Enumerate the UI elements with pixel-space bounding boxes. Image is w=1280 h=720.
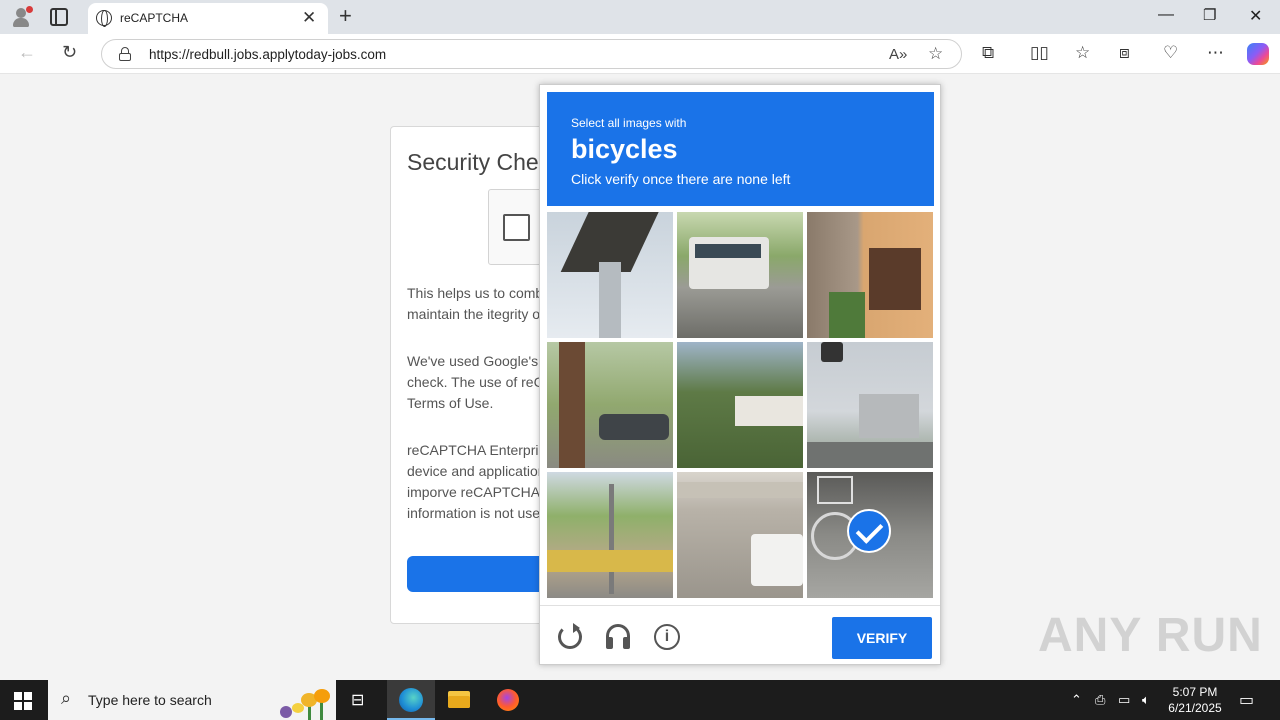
recaptcha-challenge: Select all images with bicycles Click ve…	[539, 84, 941, 665]
minimize-icon[interactable]: —	[1158, 6, 1174, 24]
info-icon[interactable]: i	[654, 624, 680, 650]
captcha-tile-2[interactable]	[677, 212, 803, 338]
captcha-tile-7[interactable]	[547, 472, 673, 598]
taskbar-clock[interactable]: 5:07 PM 6/21/2025	[1160, 684, 1230, 716]
favorite-star-icon[interactable]: ☆	[928, 44, 943, 64]
flowers-icon	[280, 689, 330, 720]
tab-title: reCAPTCHA	[120, 11, 189, 25]
volume-icon[interactable]: 🔈︎	[1142, 692, 1150, 708]
challenge-target: bicycles	[571, 134, 678, 164]
read-aloud-icon[interactable]: A»	[889, 46, 907, 63]
not-robot-checkbox[interactable]	[503, 214, 530, 241]
url-text[interactable]: https://redbull.jobs.applytoday-jobs.com	[149, 47, 386, 62]
tray-device-icon[interactable]: ⎙	[1095, 692, 1105, 708]
taskbar-firefox-icon[interactable]	[484, 680, 532, 720]
browser-essentials-icon[interactable]: ♡	[1163, 43, 1178, 63]
taskbar-edge-icon[interactable]	[387, 680, 435, 720]
browser-tab-strip: reCAPTCHA ✕ + — ❐ ✕	[0, 0, 1280, 34]
new-tab-button[interactable]: +	[339, 3, 352, 29]
profile-avatar-icon[interactable]	[10, 6, 33, 28]
captcha-tile-6[interactable]	[807, 342, 933, 468]
lock-icon[interactable]	[119, 47, 131, 61]
notifications-icon[interactable]: ▭	[1239, 690, 1254, 710]
favorites-icon[interactable]: ☆	[1075, 43, 1090, 63]
collections-icon[interactable]: ⧈	[1119, 43, 1130, 63]
task-view-icon[interactable]: ⊟	[336, 680, 384, 720]
selected-check-icon	[847, 509, 891, 553]
split-screen-icon[interactable]: ▯▯	[1030, 43, 1049, 63]
reload-icon[interactable]	[558, 623, 582, 649]
search-placeholder: Type here to search	[88, 692, 212, 708]
tab-recaptcha[interactable]: reCAPTCHA ✕	[88, 3, 328, 34]
globe-icon	[96, 10, 112, 27]
refresh-icon[interactable]: ↻	[62, 42, 77, 63]
anyrun-watermark: ANY RUN	[1038, 609, 1263, 662]
audio-challenge-icon[interactable]	[606, 624, 630, 650]
back-arrow-icon[interactable]: ←	[18, 42, 36, 63]
windows-taskbar: ⌕ Type here to search ⊟ ⌃ ⎙ ▭ 🔈︎ 5:07 PM…	[0, 680, 1280, 720]
address-bar[interactable]: https://redbull.jobs.applytoday-jobs.com…	[101, 39, 962, 69]
search-icon: ⌕	[61, 688, 72, 708]
tray-overflow-icon[interactable]: ⌃	[1071, 692, 1082, 708]
copilot-icon[interactable]	[1247, 43, 1269, 65]
challenge-instruction: Select all images with	[571, 116, 687, 130]
captcha-tile-9[interactable]	[807, 472, 933, 598]
network-icon[interactable]: ▭	[1118, 692, 1130, 708]
page-title: Security Chec	[407, 149, 551, 175]
challenge-footer: i VERIFY	[540, 605, 940, 665]
extensions-icon[interactable]: ⧉	[982, 43, 994, 63]
close-tab-icon[interactable]: ✕	[302, 8, 316, 28]
captcha-tile-4[interactable]	[547, 342, 673, 468]
close-window-icon[interactable]: ✕	[1249, 6, 1262, 26]
tab-actions-icon[interactable]	[50, 8, 68, 26]
captcha-tile-3[interactable]	[807, 212, 933, 338]
challenge-hint: Click verify once there are none left	[571, 171, 791, 187]
more-menu-icon[interactable]: ⋯	[1207, 43, 1224, 63]
captcha-tile-5[interactable]	[677, 342, 803, 468]
challenge-header: Select all images with bicycles Click ve…	[547, 92, 934, 206]
taskbar-search[interactable]: ⌕ Type here to search	[48, 680, 336, 720]
windows-start-icon[interactable]	[14, 692, 32, 710]
browser-toolbar: ← ↻ https://redbull.jobs.applytoday-jobs…	[0, 34, 1280, 74]
verify-button[interactable]: VERIFY	[832, 617, 932, 659]
captcha-tile-8[interactable]	[677, 472, 803, 598]
taskbar-file-explorer-icon[interactable]	[435, 680, 483, 720]
captcha-tile-1[interactable]	[547, 212, 673, 338]
restore-icon[interactable]: ❐	[1203, 6, 1216, 24]
